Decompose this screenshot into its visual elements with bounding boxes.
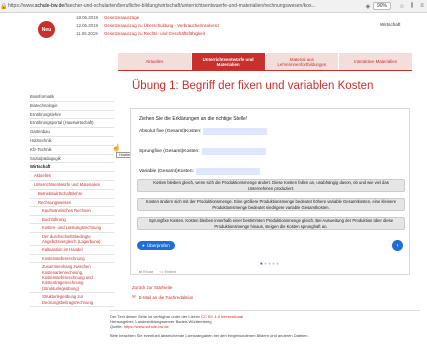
sidebar-item[interactable]: Der durchschnittsbedingte Angebotsvergle… xyxy=(30,233,114,247)
back-link[interactable]: Zurück zur Startseite xyxy=(132,285,173,290)
sidebar-item[interactable]: Kostenstellenrechnung xyxy=(30,255,114,264)
reuse-link[interactable]: ⇄ Reuse xyxy=(139,270,153,274)
drop-target[interactable] xyxy=(201,148,266,155)
drop-row: Variable (Gesamt)Kosten: xyxy=(139,168,260,175)
sidebar-item[interactable]: Strukturlegeübung zur Deckungsbeitragsre… xyxy=(30,293,114,308)
license-footer: Der Text dieser Seite ist verfügbar unte… xyxy=(110,310,420,338)
sidebar-item[interactable]: Kosten- und Leistungsrechnung xyxy=(30,224,114,233)
exercise-question: Ziehen Sie die Erklärungen an die richti… xyxy=(139,116,248,122)
sidebar-item[interactable]: Kalkulation im Handel xyxy=(30,246,114,255)
menu-icon[interactable]: ≡ xyxy=(417,3,427,9)
draggable-explanation[interactable]: Sprungfixe Kosten. Kosten bleiben innerh… xyxy=(137,217,405,230)
sidebar-item[interactable]: Gartenbau xyxy=(30,128,114,137)
news-item[interactable]: 18.06.2019 Gesetzesauszüge xyxy=(76,14,219,22)
draggable-explanation[interactable]: Kosten bleiben gleich, wenn sich die Pro… xyxy=(137,179,405,192)
tab-unterrichtsentwuerfe[interactable]: Unterrichtsentwürfe und Materialien xyxy=(191,53,265,70)
next-arrow-icon[interactable]: › xyxy=(392,240,403,251)
drop-target[interactable] xyxy=(195,168,260,175)
sidebar-item[interactable]: Kfz-Technik xyxy=(30,146,114,155)
news-item[interactable]: 11.06.2019 Gesetzesauszug zu Rechts- und … xyxy=(76,30,219,38)
drop-target[interactable] xyxy=(203,128,268,135)
sidebar-nav: Bioinformatik Biotechnologie Ernährungsleh… xyxy=(30,93,114,308)
sidebar-item[interactable]: Ernährungslehre xyxy=(30,111,114,120)
sidebar-item[interactable]: Zusammenhang zwischen Kostenartenrechnun… xyxy=(30,263,114,294)
page-title: Übung 1: Begriff der fixen und variablen… xyxy=(132,80,374,92)
tab-bar: Aktuelles Unterrichtsentwürfe und Materi… xyxy=(118,53,412,70)
sidebar-item[interactable]: Wirtschaft xyxy=(30,163,114,173)
envelope-icon: ✉ xyxy=(132,294,136,299)
star-icon[interactable]: ☆ xyxy=(397,3,407,10)
cursor-icon: ☝ xyxy=(112,145,121,152)
draggable-explanation[interactable]: Kosten ändern sich mit der Produktionsme… xyxy=(137,198,405,211)
pagination-dots: ●●●●● xyxy=(131,261,409,267)
news-list: 18.06.2019 Gesetzesauszüge 12.06.2019 Gese… xyxy=(76,14,219,38)
mail-link[interactable]: ✉ E-Mail an die Fachredaktion xyxy=(132,294,193,300)
tab-interaktive-materialien[interactable]: Interaktive Materialien xyxy=(339,53,412,70)
section-label[interactable]: Wirtschaft xyxy=(380,22,400,27)
news-item[interactable]: 12.06.2019 Gesetzesauszug zu Überschuldun… xyxy=(76,22,219,30)
lock-icon: 🔒 xyxy=(0,3,8,10)
tab-underline xyxy=(118,70,412,71)
drop-label: Variable (Gesamt)Kosten: xyxy=(139,169,194,174)
sidebar-item[interactable]: Bioinformatik xyxy=(30,93,114,102)
sidebar-item[interactable]: Ernährungsportal (Hauswirtschaft) xyxy=(30,119,114,129)
embed-link[interactable]: <> Embed xyxy=(159,270,176,274)
url-text[interactable]: https://www.schule-bw.de/faecher-und-sch… xyxy=(8,3,363,9)
shield-icon[interactable]: ◈ xyxy=(363,3,373,10)
sidebar-item[interactable]: Rechnungswesen xyxy=(30,199,114,208)
sidebar-item[interactable]: Biotechnologie xyxy=(30,102,114,111)
sidebar-item[interactable]: Aktuelles xyxy=(30,172,114,181)
zoom-level[interactable]: 90% xyxy=(372,2,391,10)
sidebar-item[interactable]: Buchführung xyxy=(30,216,114,225)
sidebar-item[interactable]: Sozialpädagogik xyxy=(30,155,114,164)
drop-label: Sprungfixe (Gesamt)Kosten: xyxy=(139,149,200,154)
browser-address-bar[interactable]: 🔒 https://www.schule-bw.de/faecher-und-s… xyxy=(0,0,427,13)
exercise-footer: ⇄ Reuse <> Embed xyxy=(139,270,176,274)
check-icon: ● xyxy=(142,243,145,248)
library-icon[interactable]: ⫼ xyxy=(407,3,417,10)
tab-aktuelles[interactable]: Aktuelles xyxy=(118,53,191,70)
sidebar-item[interactable]: Holztechnik xyxy=(30,137,114,146)
exercise-panel: Ziehen Sie die Erklärungen an die richti… xyxy=(130,108,410,275)
check-button[interactable]: ● Überprüfen xyxy=(137,241,175,250)
source-link[interactable]: https://www.schule-bw.de xyxy=(124,324,169,329)
sidebar-item[interactable]: Unterrichtsentwürfe und Materialien xyxy=(30,181,114,190)
drop-label: Absolut fixe (Gesamt)Kosten: xyxy=(139,129,202,134)
drop-row: Absolut fixe (Gesamt)Kosten: xyxy=(139,128,268,135)
sidebar-item[interactable]: Betriebswirtschaftslehre xyxy=(30,190,114,199)
page-dot[interactable]: ● xyxy=(276,261,280,267)
sidebar-item[interactable]: Kaufmännisches Rechnen xyxy=(30,207,114,216)
new-badge[interactable]: Neu xyxy=(38,21,55,38)
license-note: Bitte beachten Sie eventuell abweichende… xyxy=(110,333,309,338)
tab-lehrerfortbildungen[interactable]: Material aus Lehrerinnenfortbildungen xyxy=(265,53,339,70)
drop-row: Sprungfixe (Gesamt)Kosten: xyxy=(139,148,266,155)
